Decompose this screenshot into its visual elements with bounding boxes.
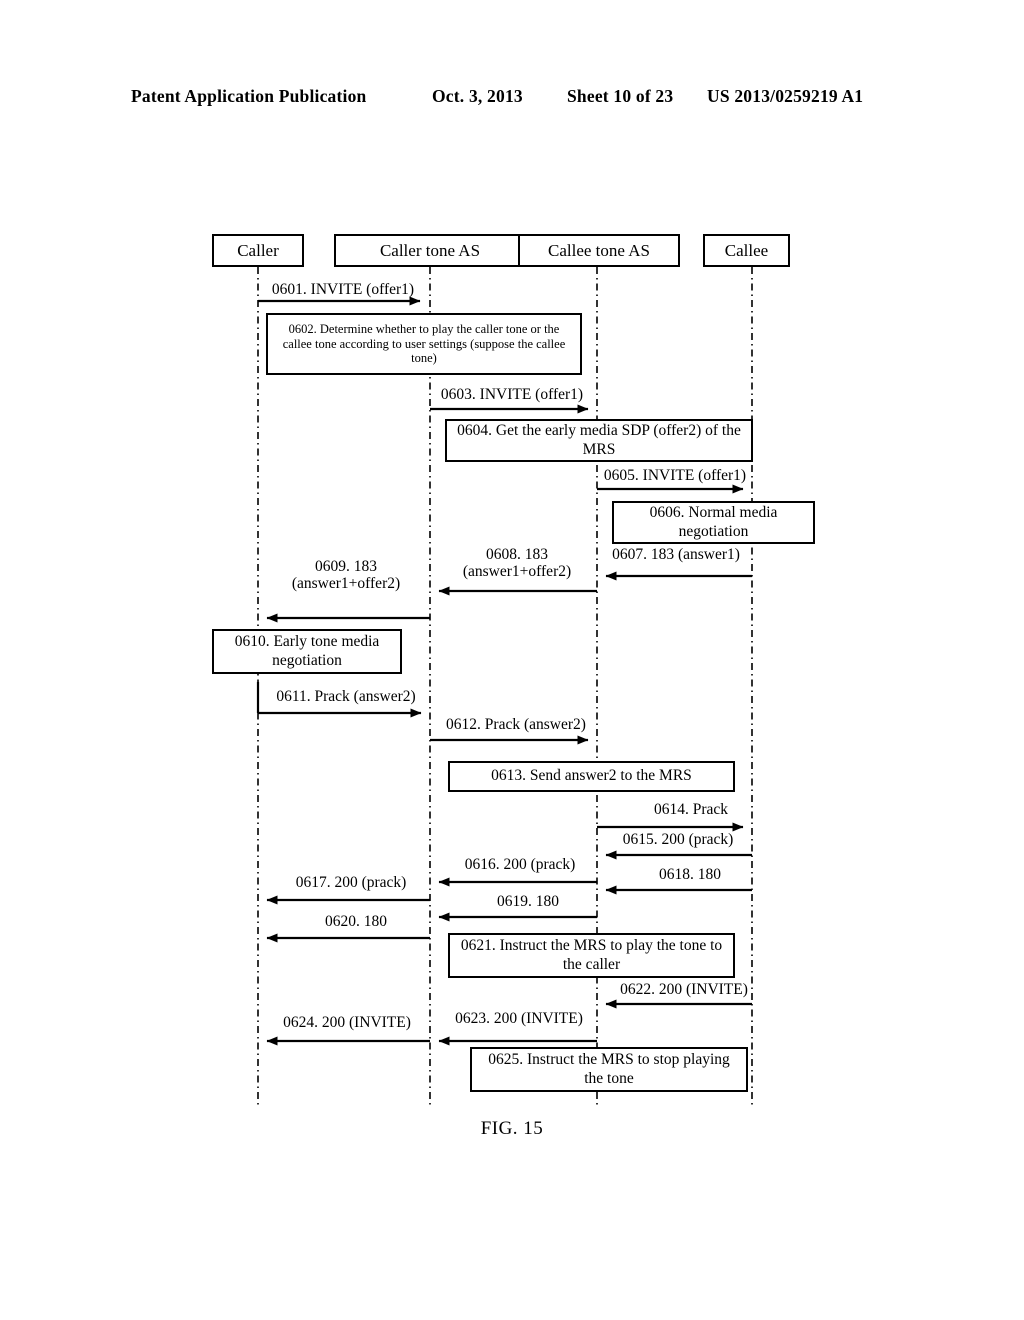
message-label-0623: 0623. 200 (INVITE) bbox=[455, 1010, 583, 1027]
note-box-0625: 0625. Instruct the MRS to stop playing t… bbox=[470, 1047, 748, 1092]
actor-box-callee-tone-as: Callee tone AS bbox=[518, 234, 680, 267]
message-label-0614: 0614. Prack bbox=[653, 801, 729, 818]
actor-label-callee: Callee bbox=[724, 240, 769, 260]
actor-label-caller-tone-as: Caller tone AS bbox=[379, 240, 481, 260]
note-box-0610: 0610. Early tone media negotiation bbox=[212, 629, 402, 674]
message-label-0609: 0609. 183 (answer1+offer2) bbox=[291, 558, 401, 593]
message-label-0611: 0611. Prack (answer2) bbox=[276, 688, 416, 705]
message-label-0616: 0616. 200 (prack) bbox=[464, 856, 576, 873]
note-box-0613: 0613. Send answer2 to the MRS bbox=[448, 761, 735, 792]
message-label-0620: 0620. 180 bbox=[325, 913, 387, 930]
actor-box-caller: Caller bbox=[212, 234, 304, 267]
message-label-0622: 0622. 200 (INVITE) bbox=[620, 981, 748, 998]
note-box-0606: 0606. Normal media negotiation bbox=[612, 501, 815, 544]
actor-label-caller: Caller bbox=[237, 240, 279, 260]
actor-box-caller-tone-as: Caller tone AS bbox=[334, 234, 526, 267]
message-label-0617: 0617. 200 (prack) bbox=[295, 874, 407, 891]
message-label-0603: 0603. INVITE (offer1) bbox=[440, 386, 584, 403]
note-box-0602: 0602. Determine whether to play the call… bbox=[266, 313, 582, 375]
actor-label-callee-tone-as: Callee tone AS bbox=[548, 240, 650, 260]
note-box-0604: 0604. Get the early media SDP (offer2) o… bbox=[445, 419, 753, 462]
message-label-0615: 0615. 200 (prack) bbox=[622, 831, 734, 848]
message-label-0601: 0601. INVITE (offer1) bbox=[271, 281, 415, 298]
message-label-0624: 0624. 200 (INVITE) bbox=[283, 1014, 411, 1031]
message-label-0607: 0607. 183 (answer1) bbox=[612, 546, 740, 563]
message-label-0618: 0618. 180 bbox=[659, 866, 721, 883]
actor-box-callee: Callee bbox=[703, 234, 790, 267]
message-label-0619: 0619. 180 bbox=[497, 893, 559, 910]
patent-page: Patent Application Publication Oct. 3, 2… bbox=[0, 0, 1024, 1320]
message-label-0608: 0608. 183 (answer1+offer2) bbox=[462, 546, 572, 581]
figure-caption: FIG. 15 bbox=[480, 1118, 544, 1139]
message-label-0605: 0605. INVITE (offer1) bbox=[603, 467, 747, 484]
message-label-0612: 0612. Prack (answer2) bbox=[446, 716, 586, 733]
note-box-0621: 0621. Instruct the MRS to play the tone … bbox=[448, 933, 735, 978]
